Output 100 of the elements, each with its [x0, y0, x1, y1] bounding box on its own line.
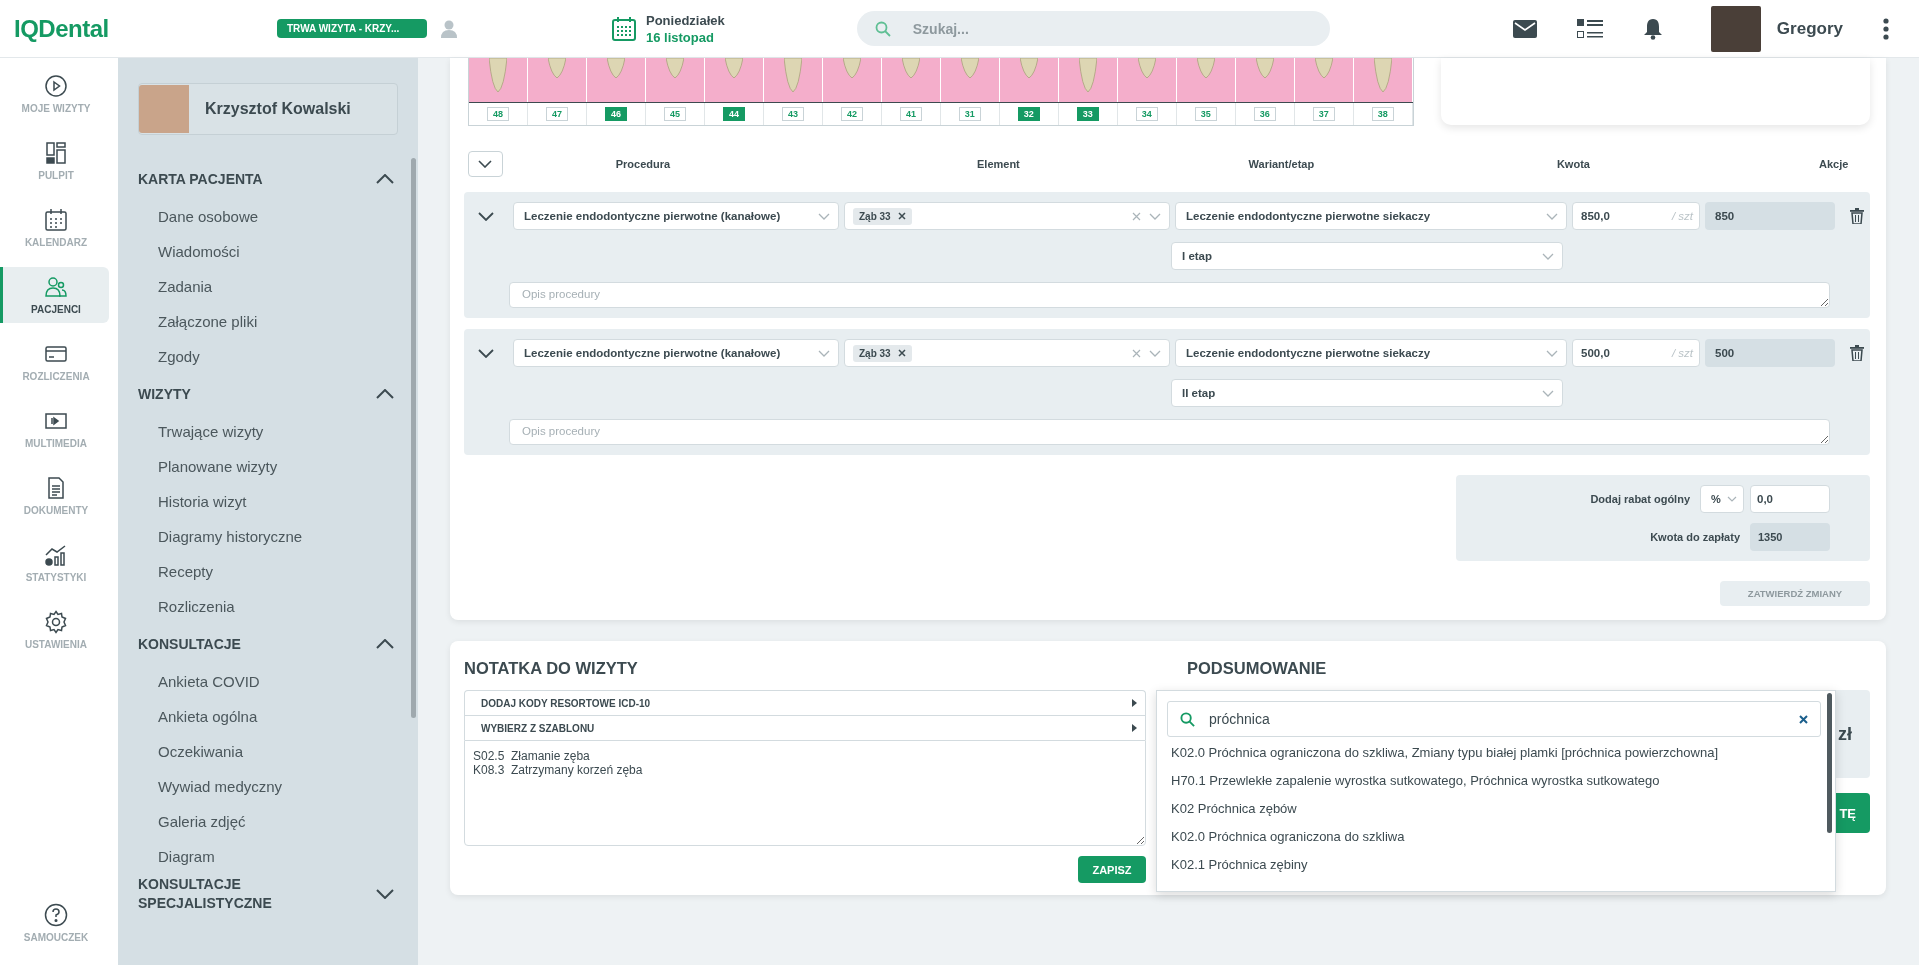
tooth-number[interactable]: 47: [545, 107, 568, 121]
tooth-cell[interactable]: [940, 58, 1000, 102]
section-header[interactable]: KARTA PACJENTA: [138, 159, 398, 199]
sidebar-item[interactable]: Ankieta ogólna: [138, 699, 398, 734]
nav-item[interactable]: PACJENCI: [0, 267, 109, 323]
section-header[interactable]: KONSULTACJE: [138, 624, 398, 664]
user-avatar[interactable]: [1710, 5, 1761, 52]
notification-bell-icon[interactable]: [1642, 17, 1663, 40]
tooth-cell[interactable]: [1176, 58, 1236, 102]
sidebar-item[interactable]: Recepty: [138, 554, 398, 589]
tooth-tag[interactable]: Ząb 33: [853, 344, 912, 362]
tooth-number[interactable]: 42: [840, 107, 863, 121]
tooth-number[interactable]: 44: [722, 107, 745, 121]
tooth-number[interactable]: 32: [1017, 107, 1040, 121]
user-name[interactable]: Gregory: [1776, 18, 1843, 39]
tooth-number[interactable]: 34: [1135, 107, 1158, 121]
chevron-up-icon[interactable]: [376, 389, 394, 399]
discount-type-select[interactable]: %: [1700, 485, 1744, 513]
calendar-icon[interactable]: [611, 15, 637, 42]
tooth-cell[interactable]: [999, 58, 1059, 102]
scrollbar[interactable]: [411, 158, 416, 718]
description-field[interactable]: Opis procedury: [509, 282, 1830, 308]
procedure-select[interactable]: Leczenie endodontyczne pierwotne (kanałowe): [513, 202, 839, 230]
clear-icon[interactable]: [1799, 714, 1808, 724]
tooth-number[interactable]: 48: [487, 107, 509, 121]
tooth-number[interactable]: 33: [1076, 107, 1099, 121]
element-select[interactable]: Ząb 33: [844, 202, 1170, 230]
list-icon[interactable]: [1576, 17, 1603, 40]
sidebar-item[interactable]: Ankieta COVID: [138, 664, 398, 699]
patient-card[interactable]: Krzysztof Kowalski: [138, 83, 398, 135]
sidebar-item[interactable]: Trwające wizyty: [138, 414, 398, 449]
accordion-item[interactable]: DODAJ KODY RESORTOWE ICD-10: [464, 690, 1146, 715]
variant-select[interactable]: Leczenie endodontyczne pierwotne siekaczy: [1175, 339, 1567, 367]
note-field[interactable]: S02.5 Złamanie zęba K08.3 Zatrzymany korzeń zęba: [464, 740, 1146, 846]
stage-select[interactable]: I etap: [1171, 242, 1563, 270]
tooth-number[interactable]: 37: [1312, 107, 1335, 121]
chevron-down-icon[interactable]: [478, 348, 494, 358]
tooth-number[interactable]: 35: [1194, 107, 1217, 121]
variant-select[interactable]: Leczenie endodontyczne pierwotne siekaczy: [1175, 202, 1567, 230]
mail-icon[interactable]: [1512, 19, 1537, 38]
sidebar-item[interactable]: Historia wizyt: [138, 484, 398, 519]
app-logo[interactable]: IQDental: [14, 14, 277, 43]
tooth-cell[interactable]: [645, 58, 705, 102]
sidebar-item[interactable]: Zadania: [138, 269, 398, 304]
tooth-cell[interactable]: [1058, 58, 1118, 102]
amount-field[interactable]: 500,0 / szt: [1572, 339, 1700, 367]
sidebar-item[interactable]: Planowane wizyty: [138, 449, 398, 484]
sidebar-item[interactable]: Załączone pliki: [138, 304, 398, 339]
tooth-cell[interactable]: [586, 58, 646, 102]
tooth-number[interactable]: 46: [604, 107, 627, 121]
sidebar-item[interactable]: Diagramy historyczne: [138, 519, 398, 554]
chevron-up-icon[interactable]: [376, 174, 394, 184]
dropdown-option[interactable]: K02.0 Próchnica ograniczona do szkliwa: [1171, 823, 1835, 851]
procedure-select[interactable]: Leczenie endodontyczne pierwotne (kanałowe): [513, 339, 839, 367]
tooth-cell[interactable]: [528, 58, 587, 102]
discount-field[interactable]: 0,0: [1750, 485, 1830, 513]
element-select[interactable]: Ząb 33: [844, 339, 1170, 367]
sidebar-item[interactable]: Wiadomości: [138, 234, 398, 269]
chevron-down-icon[interactable]: [376, 889, 394, 899]
more-options-icon[interactable]: [1883, 17, 1889, 40]
section-header[interactable]: WIZYTY: [138, 374, 398, 414]
save-button[interactable]: ZAPISZ: [1078, 856, 1146, 883]
dropdown-option[interactable]: K02 Próchnica zębów: [1171, 795, 1835, 823]
dropdown-option[interactable]: K02.0 Próchnica ograniczona do szkliwa, Zmiany typu białej plamki [próchnica powierzchowna]: [1171, 739, 1835, 767]
tooth-cell[interactable]: [1353, 58, 1413, 102]
tooth-cell[interactable]: [763, 58, 823, 102]
tooth-number[interactable]: 36: [1253, 107, 1276, 121]
section-header[interactable]: KONSULTACJE SPECJALISTYCZNE: [138, 874, 398, 914]
tooth-cell[interactable]: [704, 58, 764, 102]
tooth-cell[interactable]: [1235, 58, 1295, 102]
tooth-cell[interactable]: [822, 58, 882, 102]
chevron-down-icon[interactable]: [478, 211, 494, 221]
sidebar-item[interactable]: Diagram: [138, 839, 398, 874]
scrollbar[interactable]: [1827, 693, 1832, 833]
sidebar-item[interactable]: Oczekiwania: [138, 734, 398, 769]
tooth-number[interactable]: 31: [958, 107, 981, 121]
sidebar-item[interactable]: Rozliczenia: [138, 589, 398, 624]
description-field[interactable]: Opis procedury: [509, 419, 1830, 445]
tooth-number[interactable]: 38: [1371, 107, 1394, 121]
dropdown-option[interactable]: K02.1 Próchnica zębiny: [1171, 851, 1835, 879]
tooth-cell[interactable]: [469, 58, 528, 102]
tooth-cell[interactable]: [881, 58, 941, 102]
tooth-number[interactable]: 45: [663, 107, 686, 121]
sidebar-item[interactable]: Dane osobowe: [138, 199, 398, 234]
remove-icon[interactable]: [897, 349, 906, 357]
sidebar-item[interactable]: Zgody: [138, 339, 398, 374]
trash-icon[interactable]: [1850, 345, 1864, 361]
tooth-cell[interactable]: [1294, 58, 1354, 102]
tooth-number[interactable]: 43: [781, 107, 804, 121]
dropdown-option[interactable]: H70.1 Przewlekłe zapalenie wyrostka sutkowatego, Próchnica wyrostka sutkowatego: [1171, 767, 1835, 795]
icd-search-field[interactable]: próchnica: [1167, 701, 1821, 737]
tooth-tag[interactable]: Ząb 33: [853, 207, 912, 225]
tooth-cell[interactable]: [1117, 58, 1177, 102]
sidebar-item[interactable]: Wywiad medyczny: [138, 769, 398, 804]
remove-icon[interactable]: [897, 212, 906, 220]
stage-select[interactable]: II etap: [1171, 379, 1563, 407]
sidebar-item[interactable]: Galeria zdjęć: [138, 804, 398, 839]
collapse-all-button[interactable]: [468, 151, 503, 177]
tooth-number[interactable]: 41: [899, 107, 922, 121]
amount-field[interactable]: 850,0 / szt: [1572, 202, 1700, 230]
